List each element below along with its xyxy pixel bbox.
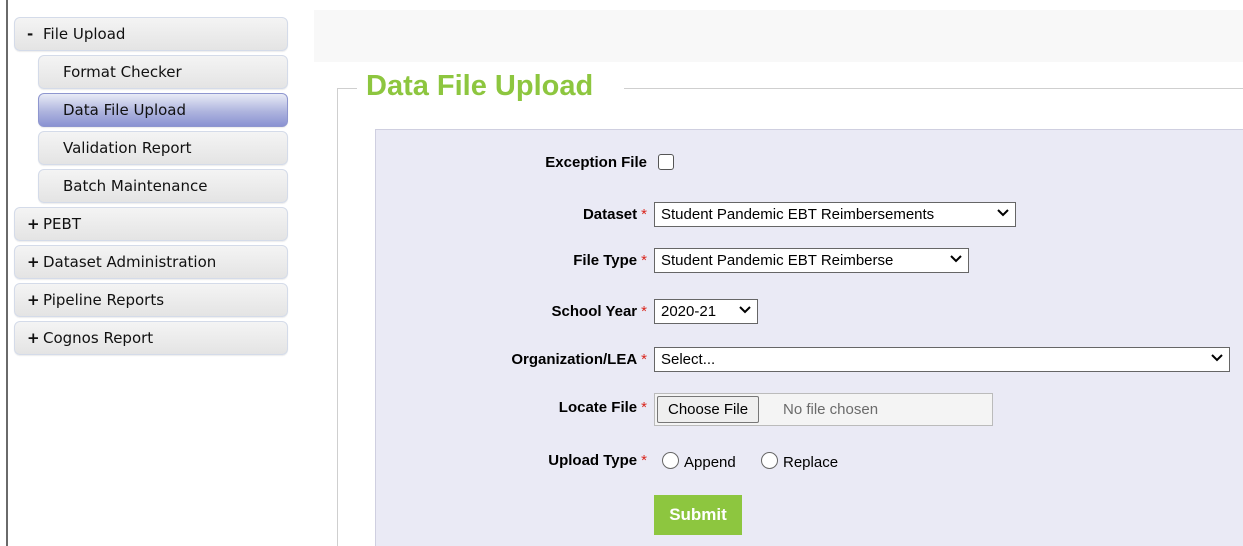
replace-label: Replace [783,454,839,471]
file-status-text: No file chosen [783,401,879,418]
dataset-value: Student Pandemic EBT Reimbersements [661,206,935,223]
required-marker: * [641,351,647,368]
header-bar [314,10,1243,62]
exception-file-row: Exception File [376,148,1243,178]
file-input: Choose File No file chosen [654,393,993,426]
collapse-icon: - [27,25,34,43]
required-marker: * [641,252,647,269]
sidebar-item-label: PEBT [43,215,81,233]
required-marker: * [641,452,647,469]
exception-file-label: Exception File [545,154,647,171]
organization-row: Organization/LEA * Select... [376,345,1243,375]
file-type-select[interactable]: Student Pandemic EBT Reimberse [654,248,969,273]
append-radio[interactable] [662,452,679,469]
sidebar-item-format-checker[interactable]: Format Checker [38,55,288,89]
upload-type-label: Upload Type * [548,452,647,469]
organization-value: Select... [661,351,716,368]
file-type-row: File Type * Student Pandemic EBT Reimbers… [376,246,1243,276]
sidebar-item-cognos-report[interactable]: + Cognos Report [14,321,288,355]
locate-file-row: Locate File * Choose File No file chosen [376,393,1243,426]
page-title: Data File Upload [366,70,594,102]
expand-icon: + [27,253,40,271]
sidebar-item-data-file-upload[interactable]: Data File Upload [38,93,288,127]
upload-type-row: Upload Type * Append Replace [376,446,1243,476]
replace-radio[interactable] [761,452,778,469]
required-marker: * [641,399,647,416]
upload-form: Exception File Dataset * Student Pandemic… [375,129,1243,546]
organization-select[interactable]: Select... [654,347,1230,372]
dataset-row: Dataset * Student Pandemic EBT Reimbersem… [376,200,1243,230]
school-year-value: 2020-21 [661,303,717,320]
sidebar-item-label: Validation Report [63,139,192,157]
expand-icon: + [27,291,40,309]
sidebar-item-label: Pipeline Reports [43,291,165,309]
window-edge [6,0,8,546]
school-year-row: School Year * 2020-21 [376,297,1243,327]
sidebar-item-pebt[interactable]: + PEBT [14,207,288,241]
sidebar-nav: - File Upload Format Checker Data File U… [14,17,288,359]
sidebar-item-label: Data File Upload [63,101,187,119]
sidebar-item-label: Batch Maintenance [63,177,208,195]
fieldset-border [337,88,357,89]
choose-file-button[interactable]: Choose File [657,396,760,423]
school-year-select[interactable]: 2020-21 [654,299,758,324]
sidebar-item-dataset-administration[interactable]: + Dataset Administration [14,245,288,279]
file-type-value: Student Pandemic EBT Reimberse [661,252,894,269]
exception-file-checkbox[interactable] [658,154,674,170]
expand-icon: + [27,329,40,347]
submit-button[interactable]: Submit [654,495,742,535]
chevron-down-icon [950,252,962,268]
expand-icon: + [27,215,40,233]
sidebar-item-label: Dataset Administration [43,253,217,271]
sidebar-item-validation-report[interactable]: Validation Report [38,131,288,165]
dataset-label: Dataset * [582,206,647,223]
sidebar-item-pipeline-reports[interactable]: + Pipeline Reports [14,283,288,317]
required-marker: * [641,303,647,320]
locate-file-label: Locate File * [558,399,647,416]
sidebar-item-label: Cognos Report [43,329,154,347]
chevron-down-icon [1211,351,1223,367]
dataset-select[interactable]: Student Pandemic EBT Reimbersements [654,202,1016,227]
school-year-label: School Year * [551,303,647,320]
chevron-down-icon [739,303,751,319]
fieldset-border [337,88,338,546]
append-label: Append [684,454,736,471]
required-marker: * [641,206,647,223]
sidebar-item-label: Format Checker [63,63,182,81]
fieldset-border [624,88,1243,89]
file-type-label: File Type * [573,252,647,269]
organization-label: Organization/LEA * [511,351,647,368]
sidebar-item-label: File Upload [43,25,126,43]
sidebar-item-file-upload[interactable]: - File Upload [14,17,288,51]
sidebar-item-batch-maintenance[interactable]: Batch Maintenance [38,169,288,203]
chevron-down-icon [997,206,1009,222]
